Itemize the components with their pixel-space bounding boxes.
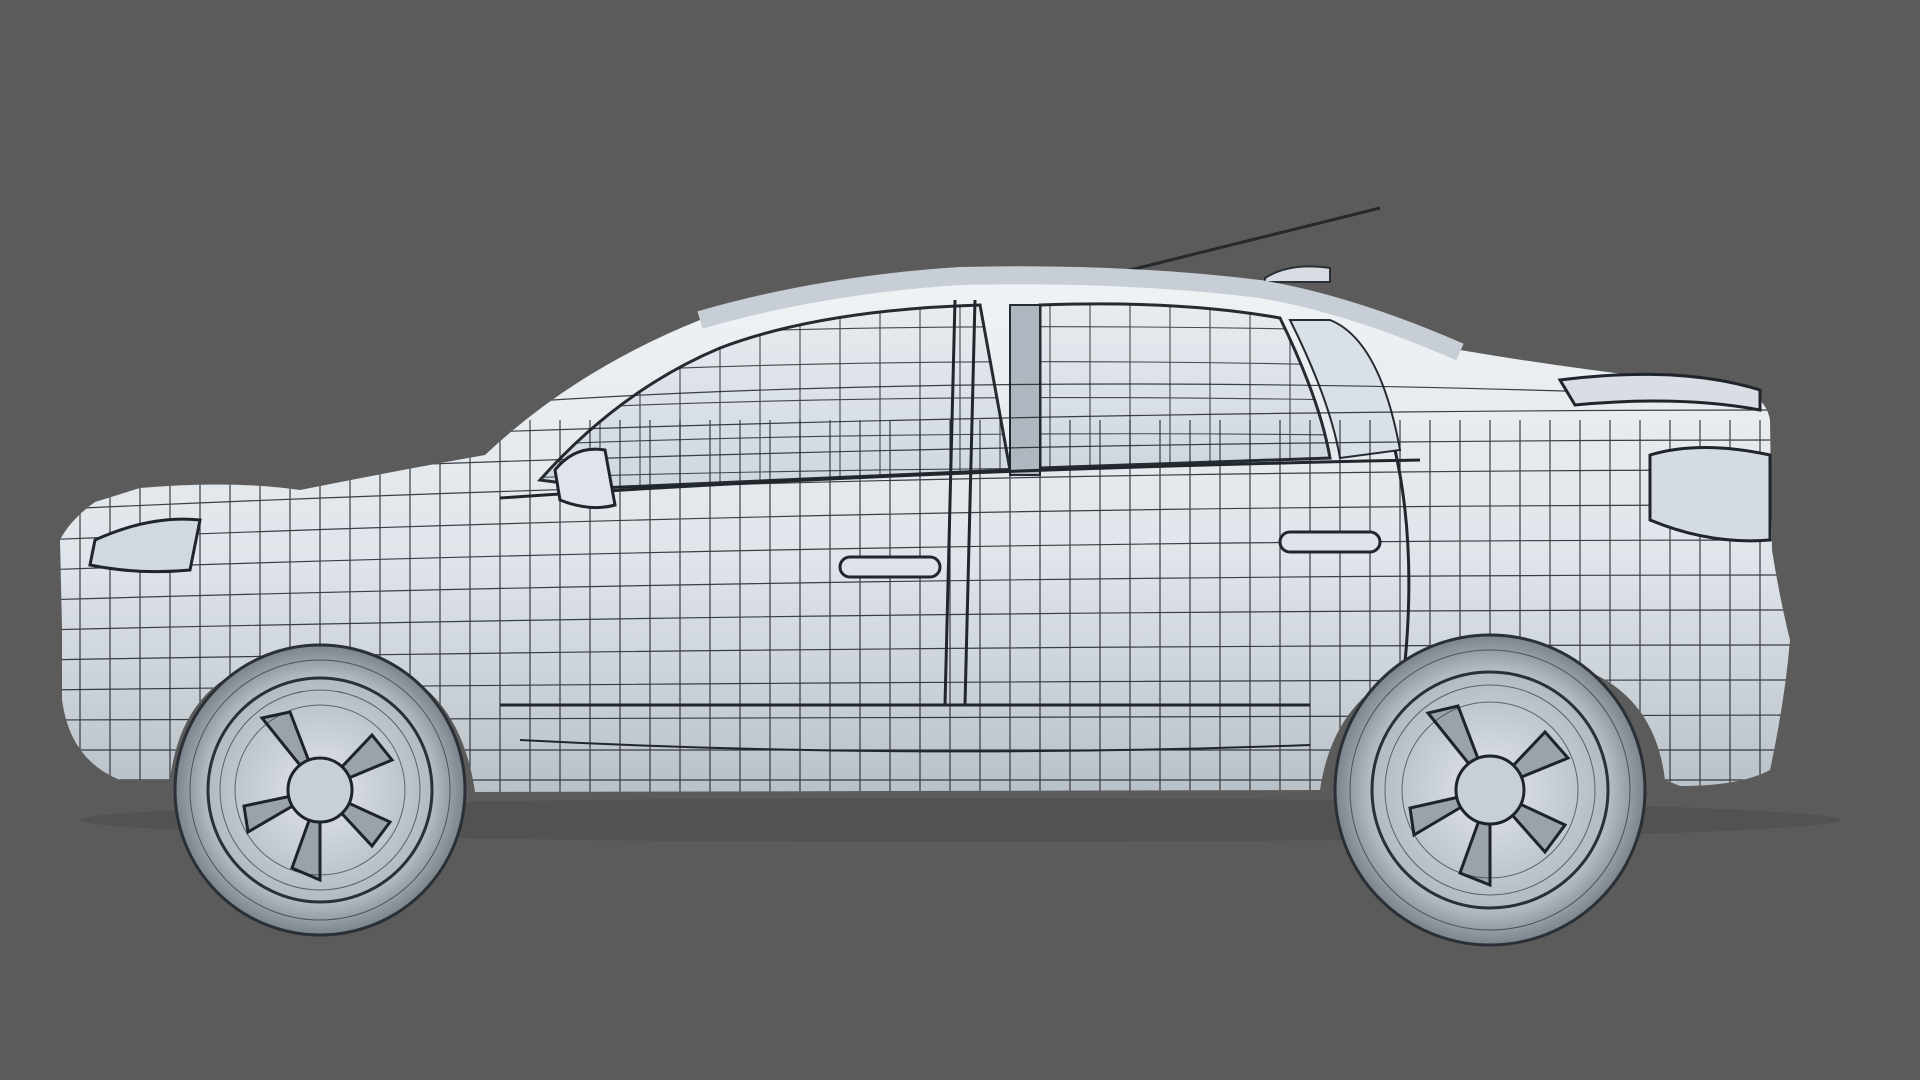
car-render (0, 0, 1920, 1080)
rear-wheel (1333, 633, 1647, 947)
render-viewport (0, 0, 1920, 1080)
front-wheel (173, 643, 467, 937)
